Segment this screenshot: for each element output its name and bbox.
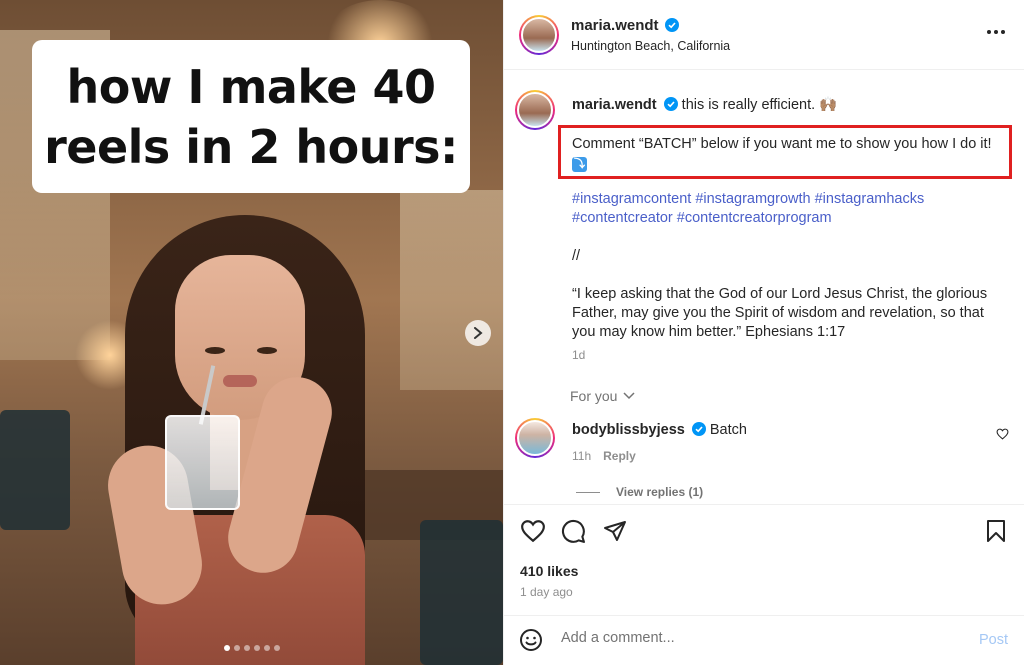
comment-composer: Post — [503, 615, 1024, 665]
arrow-down-emoji-icon: ⤵ — [572, 157, 587, 172]
post-media[interactable]: how I make 40 reels in 2 hours: — [0, 0, 503, 665]
post-actions-bar — [503, 504, 1024, 560]
headline-line-2: reels in 2 hours: — [44, 119, 458, 174]
caption-first-line: maria.wendt this is really efficient. 🙌🏽 — [572, 96, 837, 113]
comment-sort-label: For you — [570, 388, 618, 404]
hashtag-link[interactable]: #instagramcontent — [572, 191, 691, 207]
drink-glass — [165, 415, 240, 510]
verified-badge-icon — [665, 18, 680, 32]
reply-button[interactable]: Reply — [603, 449, 636, 463]
background-chair — [420, 520, 503, 665]
post-location[interactable]: Huntington Beach, California — [571, 39, 730, 53]
hashtag-link[interactable]: #instagramgrowth — [695, 191, 810, 207]
carousel-dot — [253, 645, 260, 651]
hashtag-link[interactable]: #instagramhacks — [815, 191, 925, 207]
carousel-dot — [243, 645, 250, 651]
post-comment-button[interactable]: Post — [979, 632, 1008, 648]
add-comment-input[interactable] — [561, 630, 941, 646]
like-comment-heart-icon[interactable] — [996, 428, 1009, 440]
hashtag-link[interactable]: #contentcreatorprogram — [677, 210, 832, 226]
likes-count[interactable]: 410 likes — [520, 563, 578, 579]
author-username[interactable]: maria.wendt — [571, 17, 659, 34]
more-options-button[interactable] — [987, 30, 1005, 34]
comment-timestamp[interactable]: 11h — [572, 449, 591, 463]
post-date[interactable]: 1 day ago — [520, 585, 573, 599]
comment-sort-dropdown[interactable]: For you — [570, 388, 635, 404]
carousel-dot — [223, 645, 230, 651]
view-replies-label: View replies (1) — [616, 485, 704, 499]
emoji-smile-icon[interactable] — [519, 628, 543, 652]
author-avatar[interactable] — [519, 15, 559, 55]
share-paper-plane-icon[interactable] — [603, 519, 627, 543]
caption-text: this is really efficient. 🙌🏽 — [681, 97, 838, 113]
next-slide-button[interactable] — [465, 320, 491, 346]
caption-verse: “I keep asking that the God of our Lord … — [572, 286, 988, 340]
post-viewer: how I make 40 reels in 2 hours: maria.we… — [0, 0, 1024, 665]
caption-cta-text: Comment “BATCH” below if you want me to … — [572, 136, 992, 152]
carousel-dot — [273, 645, 280, 651]
commenter-avatar[interactable] — [515, 418, 555, 458]
verified-badge-icon — [691, 422, 706, 436]
caption-author-avatar[interactable] — [515, 90, 555, 130]
comment: bodyblissbyjess Batch — [572, 422, 747, 438]
caption-timestamp[interactable]: 1d — [572, 348, 585, 362]
comment-bubble-icon[interactable] — [561, 519, 586, 544]
chevron-right-icon — [474, 327, 483, 339]
headline-overlay: how I make 40 reels in 2 hours: — [32, 40, 470, 193]
post-header: maria.wendt Huntington Beach, California — [504, 0, 1024, 70]
commenter-username[interactable]: bodyblissbyjess — [572, 422, 685, 438]
verified-badge-icon — [663, 97, 678, 111]
carousel-dot — [263, 645, 270, 651]
woman-drinking-photo — [95, 215, 395, 665]
carousel-dot — [233, 645, 240, 651]
save-bookmark-icon[interactable] — [986, 519, 1006, 543]
background-chair — [0, 410, 70, 530]
caption-cta: Comment “BATCH” below if you want me to … — [572, 135, 1004, 173]
view-replies-button[interactable]: View replies (1) — [576, 485, 703, 499]
comment-text: Batch — [709, 422, 747, 438]
caption-username[interactable]: maria.wendt — [572, 97, 657, 113]
chevron-down-icon — [623, 392, 635, 400]
headline-line-1: how I make 40 — [66, 59, 436, 114]
carousel-indicator — [0, 645, 503, 651]
comment-meta: 11h Reply — [572, 449, 636, 463]
like-heart-icon[interactable] — [520, 519, 546, 543]
caption-hashtags: #instagramcontent #instagramgrowth #inst… — [572, 190, 1002, 228]
hashtag-link[interactable]: #contentcreator — [572, 210, 673, 226]
background-window — [400, 190, 503, 390]
caption-separator: // — [572, 248, 581, 264]
